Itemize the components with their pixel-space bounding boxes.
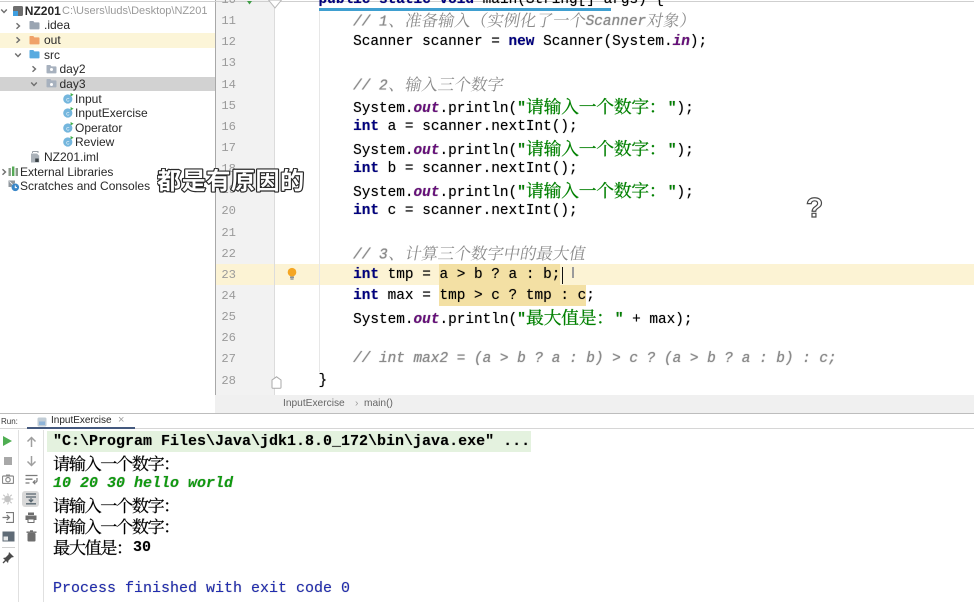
svg-text:c: c xyxy=(66,110,70,117)
svg-text:c: c xyxy=(66,125,70,132)
svg-text:c: c xyxy=(66,96,70,103)
svg-text:c: c xyxy=(66,140,70,147)
